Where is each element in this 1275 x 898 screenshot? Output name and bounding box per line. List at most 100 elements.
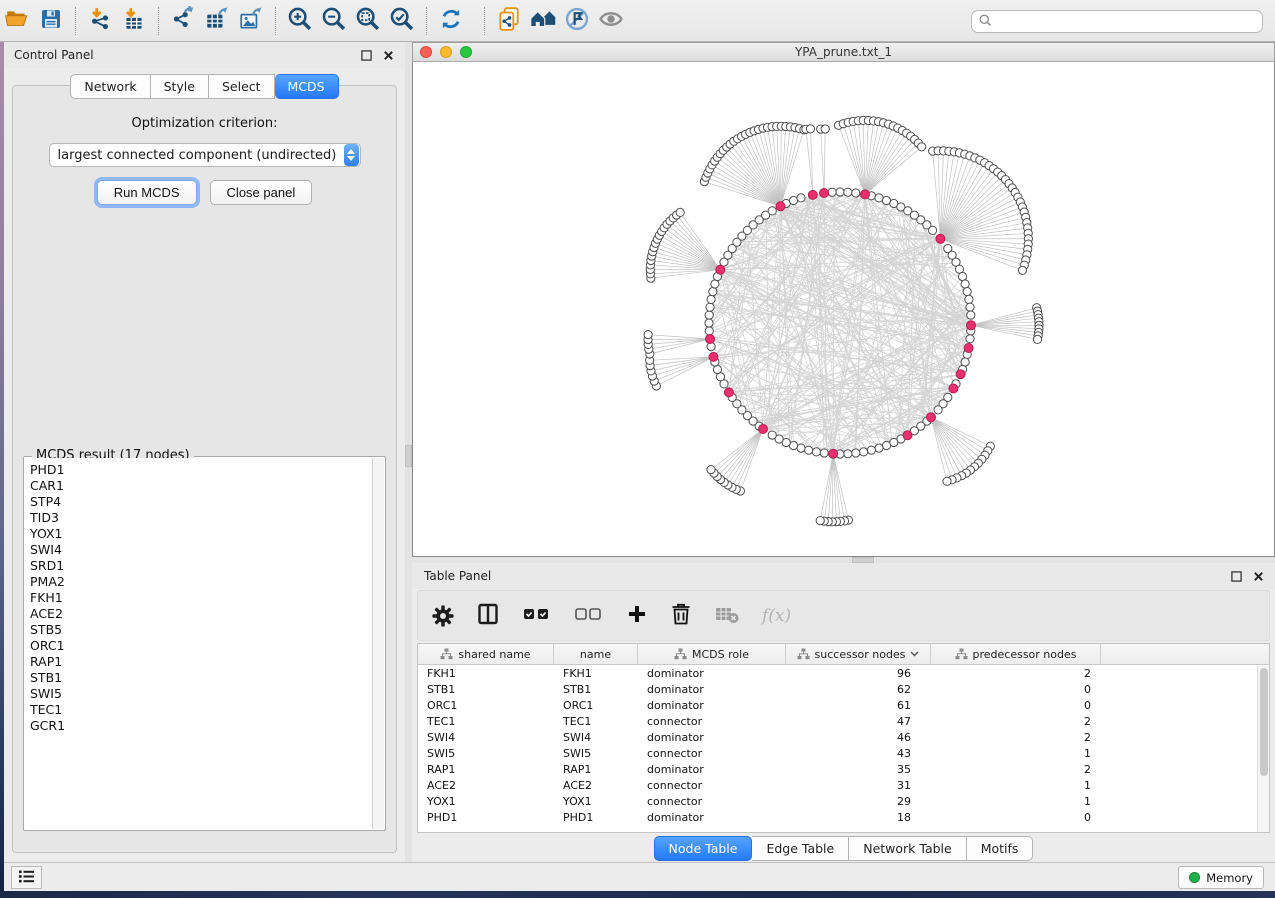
cell-name[interactable]: TEC1 (554, 715, 638, 728)
cell-shared_name[interactable]: YOX1 (418, 795, 554, 808)
cell-mcds_role[interactable]: dominator (638, 811, 786, 824)
mcds-result-item[interactable]: PHD1 (30, 462, 372, 478)
cell-shared_name[interactable]: TEC1 (418, 715, 554, 728)
cell-name[interactable]: FKH1 (554, 667, 638, 680)
network-titlebar[interactable]: YPA_prune.txt_1 (412, 42, 1275, 62)
cell-name[interactable]: STB1 (554, 683, 638, 696)
cell-predecessor_nodes[interactable]: 2 (931, 731, 1101, 744)
table-row[interactable]: SWI4SWI4dominator462 (418, 729, 1269, 745)
cell-successor_nodes[interactable]: 31 (786, 779, 931, 792)
column-header-shared-name[interactable]: shared name (418, 644, 554, 664)
cell-predecessor_nodes[interactable]: 0 (931, 683, 1101, 696)
export-network-button[interactable] (166, 4, 200, 38)
cell-shared_name[interactable]: SWI4 (418, 731, 554, 744)
network-overview-button[interactable] (526, 4, 560, 38)
cell-shared_name[interactable]: STB1 (418, 683, 554, 696)
select-all-button[interactable] (522, 604, 552, 627)
delete-column-button[interactable] (670, 602, 692, 629)
mcds-result-item[interactable]: PMA2 (30, 574, 372, 590)
show-eye-button[interactable] (594, 4, 628, 38)
cell-successor_nodes[interactable]: 46 (786, 731, 931, 744)
import-network-button[interactable] (83, 4, 117, 38)
zoom-selected-button[interactable] (385, 4, 419, 38)
cell-shared_name[interactable]: PHD1 (418, 811, 554, 824)
cell-name[interactable]: SWI5 (554, 747, 638, 760)
cell-successor_nodes[interactable]: 18 (786, 811, 931, 824)
save-button[interactable] (34, 4, 68, 38)
column-header-predecessor-nodes[interactable]: predecessor nodes (931, 644, 1101, 664)
cell-name[interactable]: RAP1 (554, 763, 638, 776)
table-row[interactable]: PHD1PHD1dominator180 (418, 810, 1269, 826)
vertical-splitter[interactable] (405, 42, 412, 862)
unselect-all-button[interactable] (574, 604, 604, 627)
cell-mcds_role[interactable]: connector (638, 795, 786, 808)
cell-predecessor_nodes[interactable]: 2 (931, 667, 1101, 680)
cell-successor_nodes[interactable]: 43 (786, 747, 931, 760)
hide-glyphs-button[interactable] (560, 4, 594, 38)
cell-predecessor_nodes[interactable]: 1 (931, 747, 1101, 760)
mcds-result-item[interactable]: STB1 (30, 670, 372, 686)
network-graph[interactable] (413, 62, 1274, 555)
cell-successor_nodes[interactable]: 47 (786, 715, 931, 728)
cell-shared_name[interactable]: SWI5 (418, 747, 554, 760)
toolbar-search[interactable] (971, 10, 1263, 33)
run-mcds-button[interactable]: Run MCDS (97, 180, 197, 205)
table-scrollbar[interactable] (1257, 666, 1269, 832)
float-window-icon[interactable] (1230, 570, 1243, 583)
export-table-button[interactable] (200, 4, 234, 38)
cell-mcds_role[interactable]: dominator (638, 683, 786, 696)
cell-name[interactable]: YOX1 (554, 795, 638, 808)
cell-name[interactable]: SWI4 (554, 731, 638, 744)
cell-predecessor_nodes[interactable]: 2 (931, 715, 1101, 728)
tab-select[interactable]: Select (209, 74, 275, 99)
cell-predecessor_nodes[interactable]: 1 (931, 779, 1101, 792)
table-row[interactable]: ORC1ORC1dominator610 (418, 697, 1269, 713)
mcds-result-item[interactable]: GCR1 (30, 718, 372, 734)
cell-predecessor_nodes[interactable]: 0 (931, 699, 1101, 712)
cell-name[interactable]: ACE2 (554, 779, 638, 792)
export-image-button[interactable] (234, 4, 268, 38)
cell-shared_name[interactable]: RAP1 (418, 763, 554, 776)
share-document-button[interactable] (492, 4, 526, 38)
cell-name[interactable]: PHD1 (554, 811, 638, 824)
tab-network[interactable]: Network (70, 74, 150, 99)
close-panel-icon[interactable] (1252, 570, 1265, 583)
table-row[interactable]: YOX1YOX1connector291 (418, 794, 1269, 810)
table-row[interactable]: ACE2ACE2connector311 (418, 778, 1269, 794)
cell-successor_nodes[interactable]: 35 (786, 763, 931, 776)
table-row[interactable]: STB1STB1dominator620 (418, 681, 1269, 697)
table-row[interactable]: TEC1TEC1connector472 (418, 713, 1269, 729)
mcds-result-item[interactable]: STP4 (30, 494, 372, 510)
mcds-result-scrollbar[interactable] (372, 458, 384, 829)
mcds-result-item[interactable]: CAR1 (30, 478, 372, 494)
task-history-button[interactable] (11, 866, 42, 889)
cell-mcds_role[interactable]: connector (638, 779, 786, 792)
mcds-result-item[interactable]: YOX1 (30, 526, 372, 542)
mcds-result-item[interactable]: STB5 (30, 622, 372, 638)
create-column-button[interactable] (626, 603, 648, 628)
open-folder-button[interactable] (0, 4, 34, 38)
cell-name[interactable]: ORC1 (554, 699, 638, 712)
zoom-out-button[interactable] (317, 4, 351, 38)
cell-mcds_role[interactable]: dominator (638, 667, 786, 680)
mcds-result-item[interactable]: FKH1 (30, 590, 372, 606)
table-row[interactable]: FKH1FKH1dominator962 (418, 665, 1269, 681)
table-settings-button[interactable] (432, 605, 454, 627)
zoom-fit-button[interactable] (351, 4, 385, 38)
tab-mcds[interactable]: MCDS (275, 74, 339, 99)
node-table[interactable]: shared namenameMCDS rolesuccessor nodesp… (417, 643, 1270, 833)
search-input[interactable] (997, 15, 1256, 29)
close-panel-button[interactable]: Close panel (210, 180, 313, 205)
mcds-result-item[interactable]: SWI4 (30, 542, 372, 558)
tab-motifs[interactable]: Motifs (967, 836, 1034, 861)
mcds-result-item[interactable]: RAP1 (30, 654, 372, 670)
cell-shared_name[interactable]: ORC1 (418, 699, 554, 712)
cell-successor_nodes[interactable]: 62 (786, 683, 931, 696)
column-header-MCDS-role[interactable]: MCDS role (638, 644, 786, 664)
cell-successor_nodes[interactable]: 61 (786, 699, 931, 712)
mcds-result-item[interactable]: TID3 (30, 510, 372, 526)
import-table-button[interactable] (117, 4, 151, 38)
tab-edge-table[interactable]: Edge Table (752, 836, 849, 861)
tab-node-table[interactable]: Node Table (654, 836, 753, 861)
table-row[interactable]: SWI5SWI5connector431 (418, 745, 1269, 761)
